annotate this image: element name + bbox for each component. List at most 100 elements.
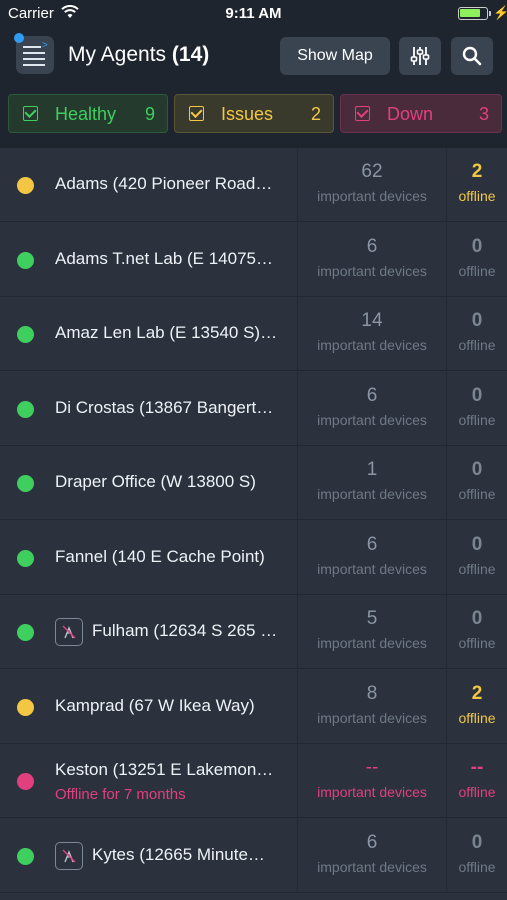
agent-row[interactable]: Kytes (12665 Minute… 6 important devices 0 o…	[0, 818, 507, 893]
agent-name: Keston (13251 E Lakemon…	[55, 760, 274, 779]
status-dot-healthy	[17, 549, 34, 567]
status-dot-down	[17, 773, 34, 790]
offline-label: offline	[458, 858, 496, 875]
status-dot-healthy	[17, 400, 34, 418]
important-devices-label: important devices	[317, 262, 427, 279]
status-dot-healthy	[17, 251, 34, 269]
important-devices-count: 62	[361, 161, 383, 182]
agent-name: Adams (420 Pioneer Road…	[55, 174, 273, 193]
column-divider	[297, 818, 298, 893]
offline-count: 0	[471, 459, 483, 480]
offline-duration: Offline for 7 months	[55, 786, 186, 803]
column-divider	[297, 371, 298, 446]
agent-icon	[55, 618, 83, 646]
agent-row[interactable]: Fannel (140 E Cache Point) 6 important dev…	[0, 520, 507, 595]
agent-row[interactable]: Amaz Len Lab (E 13540 S)… 14 important dev…	[0, 297, 507, 371]
column-divider	[446, 744, 447, 818]
important-devices-label: important devices	[317, 635, 427, 651]
agent-icon	[55, 841, 83, 870]
status-filters: Healthy 9 Issues 2 Down 3	[0, 84, 507, 148]
notification-dot	[14, 33, 24, 43]
column-divider	[297, 297, 298, 371]
important-devices-label: important devices	[317, 486, 427, 502]
important-devices-count: 8	[366, 682, 378, 704]
important-devices-label: important devices	[317, 411, 427, 428]
checkbox-icon	[355, 106, 370, 121]
offline-count: 2	[471, 161, 483, 182]
agent-row[interactable]: Kamprad (67 W Ikea Way) 8 important device…	[0, 669, 507, 744]
important-devices-label: important devices	[317, 858, 427, 875]
offline-count: --	[470, 757, 484, 778]
offline-count: 0	[471, 310, 483, 331]
offline-label: offline	[458, 262, 496, 279]
offline-label: offline	[458, 188, 496, 204]
offline-label: offline	[458, 560, 496, 577]
important-devices-count: --	[365, 757, 379, 778]
column-divider	[446, 818, 447, 893]
status-bar: Carrier 9:11 AM ⚡	[0, 0, 507, 28]
agent-row[interactable]: Di Crostas (13867 Bangert… 6 important dev…	[0, 371, 507, 446]
column-divider	[446, 595, 447, 669]
offline-label: offline	[458, 411, 496, 428]
agent-name: Draper Office (W 13800 S)	[55, 472, 256, 491]
agent-name: Amaz Len Lab (E 13540 S)…	[55, 323, 278, 342]
agent-name: Di Crostas (13867 Bangert…	[55, 397, 274, 417]
column-divider	[297, 669, 298, 744]
column-divider	[446, 297, 447, 371]
filter-down[interactable]: Down 3	[340, 94, 502, 133]
agent-name: Fulham (12634 S 265 …	[92, 621, 278, 640]
filter-button[interactable]	[399, 37, 441, 75]
offline-count: 2	[471, 682, 483, 704]
chevron-right-icon: >	[42, 40, 48, 51]
important-devices-count: 6	[366, 533, 378, 555]
column-divider	[446, 669, 447, 744]
column-divider	[297, 446, 298, 520]
filter-healthy[interactable]: Healthy 9	[8, 94, 168, 133]
sliders-icon	[410, 47, 430, 65]
search-button[interactable]	[451, 37, 493, 75]
column-divider	[446, 222, 447, 297]
agent-row[interactable]: Adams T.net Lab (E 14075… 6 important devi…	[0, 222, 507, 297]
search-icon	[462, 46, 482, 66]
status-dot-healthy	[17, 326, 34, 343]
offline-count: 0	[471, 831, 483, 853]
column-divider	[297, 520, 298, 595]
offline-count: 0	[471, 384, 483, 406]
offline-count: 0	[471, 533, 483, 555]
agent-row[interactable]: Adams (420 Pioneer Road… 62 important devi…	[0, 148, 507, 222]
column-divider	[297, 595, 298, 669]
agent-row[interactable]: Keston (13251 E Lakemon… Offline for 7 mo…	[0, 744, 507, 818]
battery-icon	[458, 7, 488, 20]
column-divider	[446, 520, 447, 595]
menu-button[interactable]: >	[14, 33, 54, 74]
checkbox-icon	[23, 106, 38, 121]
column-divider	[297, 744, 298, 818]
offline-label: offline	[458, 784, 496, 800]
column-divider	[297, 148, 298, 222]
offline-count: 0	[471, 235, 483, 257]
column-divider	[446, 148, 447, 222]
filter-issues[interactable]: Issues 2	[174, 94, 334, 133]
agent-name: Kytes (12665 Minute…	[92, 844, 265, 864]
important-devices-count: 6	[366, 235, 378, 257]
important-devices-label: important devices	[317, 188, 427, 204]
charging-bolt-icon: ⚡	[493, 5, 507, 20]
column-divider	[446, 446, 447, 520]
status-dot-healthy	[17, 624, 34, 641]
important-devices-count: 6	[366, 384, 378, 406]
show-map-button[interactable]: Show Map	[280, 37, 390, 75]
agent-name: Fannel (140 E Cache Point)	[55, 546, 265, 566]
offline-label: offline	[458, 709, 496, 726]
important-devices-count: 1	[366, 459, 378, 480]
agent-row[interactable]: Fulham (12634 S 265 … 5 important devices 0…	[0, 595, 507, 669]
column-divider	[297, 222, 298, 297]
agent-name: Adams T.net Lab (E 14075…	[55, 248, 273, 268]
important-devices-label: important devices	[317, 337, 427, 353]
agent-row[interactable]: Draper Office (W 13800 S) 1 important devi…	[0, 446, 507, 520]
important-devices-count: 14	[361, 310, 383, 331]
checkbox-icon	[189, 106, 204, 121]
status-dot-issue	[17, 698, 34, 716]
offline-label: offline	[458, 635, 496, 651]
column-divider	[446, 371, 447, 446]
important-devices-count: 5	[366, 608, 378, 629]
